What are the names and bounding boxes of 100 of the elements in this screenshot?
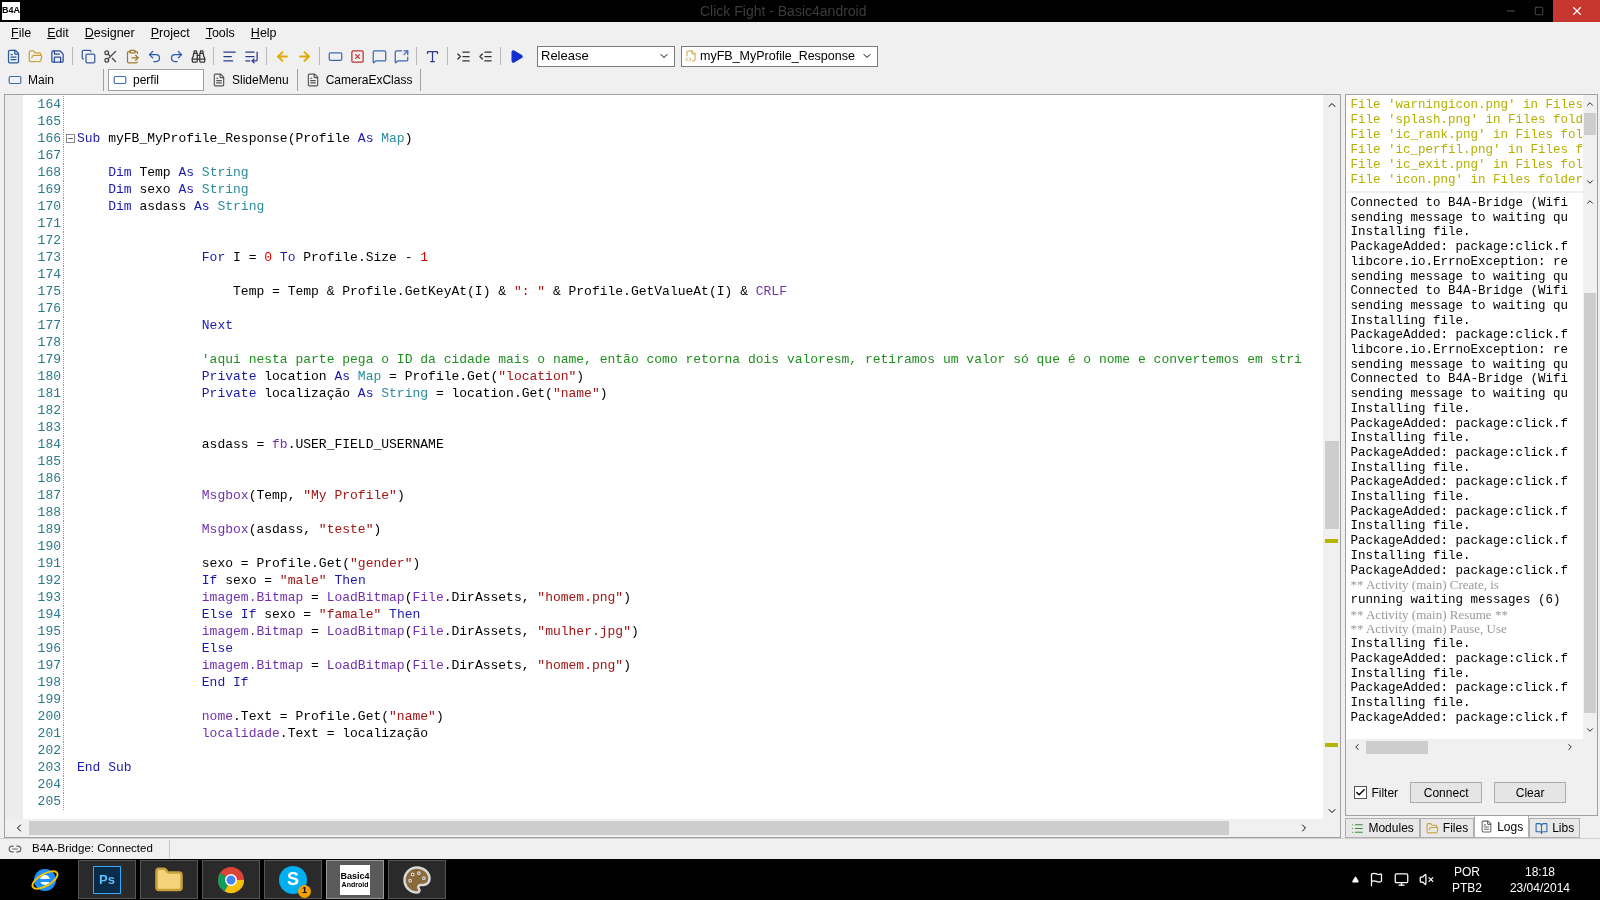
- log-line: Connected to B4A-Bridge (Wifi: [1350, 196, 1569, 211]
- network-icon[interactable]: [1393, 872, 1409, 887]
- build-config-dropdown[interactable]: Release: [537, 45, 675, 67]
- menu-item[interactable]: Project: [143, 23, 197, 43]
- code-line: Dim sexo As String: [107, 180, 249, 199]
- filter-checkbox[interactable]: [1354, 786, 1368, 799]
- vertical-scrollbar[interactable]: [1583, 95, 1597, 191]
- chevron-down-icon[interactable]: [1585, 725, 1595, 735]
- panel-button[interactable]: Connect: [1410, 782, 1483, 803]
- code-line: If sexo = "male" Then: [200, 571, 366, 590]
- code-line: End Sub: [77, 758, 132, 777]
- binoculars-icon[interactable]: [190, 48, 206, 64]
- clipboard-icon[interactable]: [124, 48, 140, 64]
- code-line: Next: [200, 316, 234, 335]
- app-logo: B4A: [2, 2, 20, 20]
- module-tab[interactable]: CameraExClass: [301, 69, 422, 91]
- log-line: PackageAdded: package:click.f: [1350, 416, 1569, 432]
- chevron-right-icon[interactable]: [1565, 742, 1575, 752]
- speaker-muted-icon[interactable]: [1418, 872, 1434, 887]
- show-hidden-icon[interactable]: [1351, 876, 1359, 883]
- code-line: Sub myFB_MyProfile_Response(Profile As Map): [77, 129, 413, 148]
- panel-button[interactable]: Clear: [1494, 782, 1567, 803]
- line-number: 174: [36, 265, 62, 284]
- scrollbar-thumb[interactable]: [1324, 441, 1339, 529]
- line-number: 168: [36, 163, 62, 182]
- chevron-down-icon[interactable]: [1585, 177, 1595, 187]
- code-line: asdass = fb.USER_FIELD_USERNAME: [200, 435, 444, 454]
- code-line: For I = 0 To Profile.Size - 1: [200, 248, 429, 267]
- log-line: sending message to waiting qu: [1350, 387, 1569, 402]
- code-line: Else If sexo = "famale" Then: [200, 605, 421, 624]
- speech-bubble-icon[interactable]: [371, 48, 387, 64]
- taskbar-button[interactable]: Ps: [78, 860, 136, 899]
- log-line: PackageAdded: package:click.f: [1350, 328, 1569, 344]
- module-tab[interactable]: perfil: [108, 69, 204, 91]
- warning-message: File 'ic_exit.png' in Files fol: [1350, 158, 1583, 173]
- line-number: 191: [36, 554, 62, 573]
- menu-item[interactable]: Designer: [77, 23, 142, 43]
- lines-icon[interactable]: [243, 48, 259, 64]
- log-line: PackageAdded: package:click.f: [1350, 534, 1569, 549]
- module-tab[interactable]: SlideMenu: [208, 69, 298, 91]
- line-number: 187: [36, 486, 62, 505]
- line-number: 185: [36, 452, 62, 471]
- save-icon[interactable]: [49, 48, 65, 64]
- window-title: Click Fight - Basic4android: [700, 1, 867, 21]
- menu-item[interactable]: Tools: [198, 23, 242, 43]
- code-line: Private localização As String = location.Get("name"): [200, 384, 608, 403]
- rectangle-x-icon[interactable]: [349, 48, 365, 64]
- folder-icon: [1425, 821, 1439, 835]
- redo-icon[interactable]: [168, 48, 184, 64]
- panel-tab[interactable]: Logs: [1474, 816, 1530, 838]
- line-number: 178: [36, 333, 62, 352]
- undo-icon[interactable]: [146, 48, 162, 64]
- log-line: PackageAdded: package:click.f: [1350, 710, 1569, 726]
- line-number: 175: [36, 282, 62, 301]
- log-line: Installing file.: [1350, 637, 1472, 652]
- speech-bubble-icon[interactable]: [393, 48, 409, 64]
- code-line: imagem.Bitmap = LoadBitmap(File.DirAssets, "homem.png"): [200, 656, 631, 675]
- vertical-scrollbar[interactable]: [1323, 95, 1341, 819]
- code-line: Msgbox(Temp, "My Profile"): [200, 486, 405, 505]
- warning-message: File 'warningicon.png' in Files: [1350, 98, 1583, 113]
- chevron-up-icon[interactable]: [1585, 99, 1595, 109]
- menu-item[interactable]: File: [4, 23, 39, 43]
- log-line: sending message to waiting qu: [1350, 269, 1569, 285]
- language-indicator[interactable]: POR PTB2: [1451, 863, 1482, 896]
- document-icon: [305, 73, 320, 87]
- copy-icon[interactable]: [80, 48, 96, 64]
- line-number: 181: [36, 384, 62, 403]
- line-number: 180: [36, 367, 62, 386]
- taskbar-button[interactable]: [140, 860, 198, 899]
- log-line: libcore.io.ErrnoException: re: [1350, 254, 1569, 270]
- log-line: PackageAdded: package:click.f: [1350, 563, 1569, 579]
- horizontal-scrollbar[interactable]: [5, 819, 1341, 837]
- scrollbar-thumb[interactable]: [1584, 113, 1596, 135]
- menu-item[interactable]: Edit: [40, 23, 76, 43]
- indent-icon[interactable]: [455, 48, 471, 64]
- panel-tab[interactable]: Libs: [1529, 818, 1581, 838]
- run-icon[interactable]: [508, 48, 524, 64]
- panel-tab[interactable]: Modules: [1345, 818, 1420, 838]
- line-number: 165: [36, 112, 62, 131]
- flag-icon[interactable]: [1368, 872, 1384, 887]
- line-number: 197: [36, 656, 62, 675]
- scissors-icon[interactable]: [102, 48, 118, 64]
- menu-item[interactable]: Help: [243, 23, 284, 43]
- module-tab[interactable]: Main: [4, 69, 104, 91]
- collapse-icon[interactable]: [66, 134, 75, 143]
- code-line: Temp = Temp & Profile.GetKeyAt(I) & ": " & Profile.GetValueAt(I) & CRLF: [232, 282, 787, 301]
- line-number: 188: [36, 503, 62, 522]
- new-file-icon[interactable]: [5, 48, 21, 64]
- clock[interactable]: 18:18 23/04/2014: [1509, 863, 1570, 896]
- log-line: PackageAdded: package:click.f: [1350, 681, 1569, 696]
- taskbar-button[interactable]: [388, 860, 446, 899]
- code-line: Dim asdass As String: [107, 197, 265, 216]
- chevron-up-icon[interactable]: [1585, 197, 1595, 207]
- taskbar-button[interactable]: [202, 860, 260, 899]
- log-line: Installing file.: [1350, 519, 1472, 535]
- sub-dropdown[interactable]: myFB_MyProfile_Response: [681, 45, 878, 67]
- lines-icon[interactable]: [221, 48, 237, 64]
- text-icon[interactable]: [424, 48, 440, 64]
- outdent-icon[interactable]: [477, 48, 493, 64]
- panel-tab[interactable]: Files: [1419, 818, 1475, 838]
